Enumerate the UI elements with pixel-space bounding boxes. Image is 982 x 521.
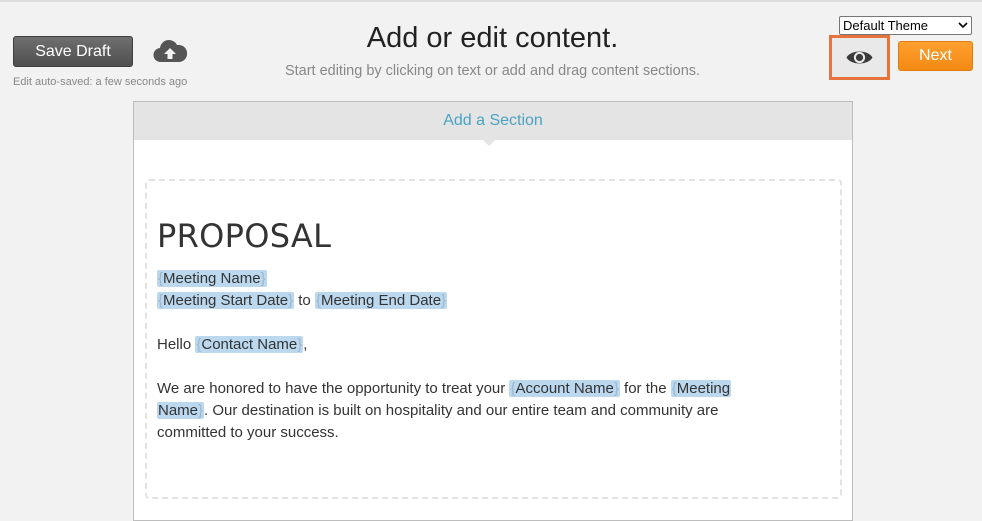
merge-tag-meeting-end-date[interactable]: {Meeting End Date} (314, 292, 448, 309)
theme-select[interactable]: Default Theme (839, 16, 972, 35)
merge-tag-contact-name[interactable]: {Contact Name} (195, 336, 304, 353)
merge-tag-meeting-name-inline-end[interactable]: Name} (157, 402, 205, 419)
preview-button[interactable] (829, 35, 890, 80)
page-title: Add or edit content. (366, 22, 619, 54)
intro-line-2: Name}. Our destination is built on hospi… (157, 402, 719, 419)
intro-line-1: We are honored to have the opportunity t… (157, 380, 732, 397)
merge-tag-meeting-name-inline[interactable]: {Meeting (670, 380, 732, 397)
next-button[interactable]: Next (898, 41, 973, 71)
content-section[interactable]: PROPOSAL {Meeting Name} {Meeting Start D… (145, 179, 842, 499)
save-draft-button[interactable]: Save Draft (13, 36, 133, 67)
add-section-button[interactable]: Add a Section (134, 102, 852, 140)
cloud-upload-icon[interactable] (153, 38, 188, 66)
merge-tag-meeting-start-date[interactable]: {Meeting Start Date} (157, 292, 295, 309)
proposal-title[interactable]: PROPOSAL (157, 220, 331, 252)
proposal-body[interactable]: {Meeting Name} {Meeting Start Date} to {… (157, 268, 797, 444)
autosave-status: Edit auto-saved: a few seconds ago (13, 76, 188, 88)
top-divider (0, 0, 982, 2)
theme-select-value: Default Theme (843, 18, 929, 33)
intro-line-3: committed to your success. (157, 424, 339, 441)
merge-tag-meeting-name[interactable]: {Meeting Name} (157, 270, 267, 287)
meeting-dates-line: {Meeting Start Date} to {Meeting End Dat… (157, 292, 448, 309)
meeting-name-line: {Meeting Name} (157, 268, 797, 290)
merge-tag-account-name[interactable]: {Account Name} (509, 380, 620, 397)
greeting-line: Hello {Contact Name}, (157, 336, 308, 353)
chevron-down-icon (958, 22, 968, 29)
content-editor: Add a Section PROPOSAL {Meeting Name} {M… (133, 101, 853, 521)
eye-icon (846, 51, 873, 64)
page-subtitle: Start editing by clicking on text or add… (284, 63, 701, 79)
add-section-caret (483, 140, 495, 146)
